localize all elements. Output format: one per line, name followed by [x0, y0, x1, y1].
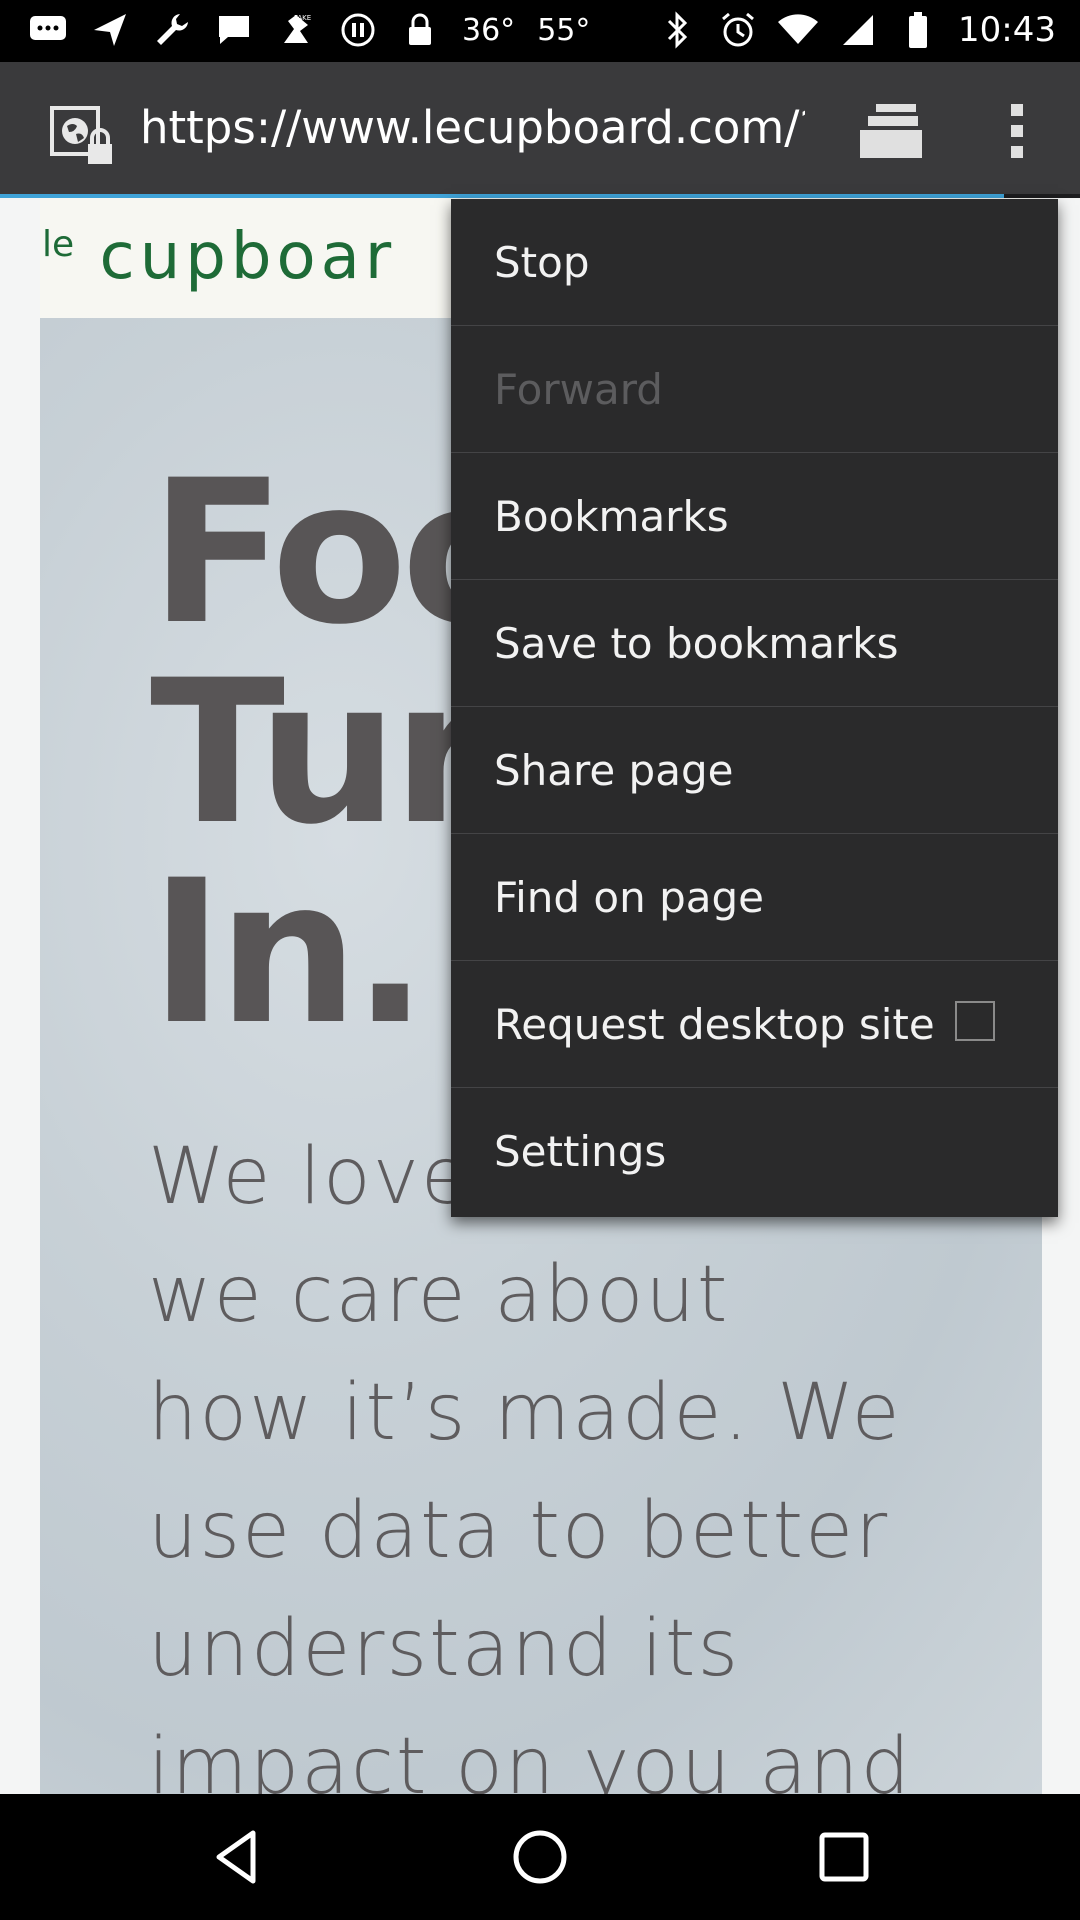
body-line: how it’s made. We [148, 1368, 902, 1458]
tabs-icon[interactable] [858, 102, 924, 160]
pause-circle-icon [338, 10, 378, 50]
menu-item-share-page[interactable]: Share page [451, 707, 1058, 834]
menu-item-label: Bookmarks [494, 491, 729, 541]
menu-item-label: Settings [494, 1127, 667, 1176]
body-line: impact on you and [148, 1722, 913, 1794]
temperature-2: 55° [537, 12, 591, 48]
menu-item-request-desktop-site[interactable]: Request desktop site [451, 961, 1058, 1088]
wrench-icon [152, 10, 192, 50]
signal-icon [838, 10, 878, 50]
menu-item-label: Share page [494, 745, 734, 795]
menu-item-label: Stop [494, 237, 590, 287]
menu-item-bookmarks[interactable]: Bookmarks [451, 453, 1058, 580]
overflow-menu: Stop Forward Bookmarks Save to bookmarks… [451, 199, 1058, 1217]
body-line: we care about [148, 1250, 730, 1340]
temperature-1: 36° [462, 12, 516, 48]
menu-item-label: Save to bookmarks [494, 618, 899, 668]
alarm-icon [718, 10, 758, 50]
site-security-icon[interactable] [48, 104, 120, 168]
logo-prefix: le [42, 224, 75, 265]
svg-text:FAKE: FAKE [294, 14, 311, 22]
logo-word: cupboar [99, 220, 397, 294]
clock: 10:43 [958, 10, 1056, 50]
home-icon[interactable] [510, 1827, 570, 1887]
recents-icon[interactable] [814, 1827, 874, 1887]
menu-item-label: Request desktop site [494, 999, 935, 1049]
menu-item-save-to-bookmarks[interactable]: Save to bookmarks [451, 580, 1058, 707]
send-icon [90, 10, 130, 50]
menu-item-label: Forward [494, 364, 663, 414]
menu-item-find-on-page[interactable]: Find on page [451, 834, 1058, 961]
status-bar: FAKE 36° 55° 10:43 [0, 0, 1080, 62]
back-icon[interactable] [207, 1827, 267, 1887]
body-copy: We love we care about how it’s made. We … [148, 1118, 1028, 1794]
fake-gps-icon: FAKE [276, 10, 316, 50]
url-field[interactable]: https://www.lecupboard.com/?g [140, 98, 805, 158]
navigation-bar [0, 1794, 1080, 1920]
menu-item-settings[interactable]: Settings [451, 1088, 1058, 1215]
menu-item-forward: Forward [451, 326, 1058, 453]
site-logo[interactable]: le cupboar [42, 220, 396, 294]
menu-item-label: Find on page [494, 872, 764, 922]
body-line: understand its [148, 1604, 741, 1694]
desktop-site-checkbox[interactable] [955, 1001, 995, 1041]
menu-item-stop[interactable]: Stop [451, 199, 1058, 326]
wifi-icon [778, 10, 819, 50]
battery-icon [898, 10, 938, 50]
browser-toolbar: https://www.lecupboard.com/?g [0, 62, 1080, 198]
body-line: use data to better [148, 1486, 890, 1576]
chat-icon [214, 10, 254, 50]
messages-icon [28, 10, 68, 50]
overflow-menu-icon[interactable] [1000, 100, 1034, 162]
bluetooth-icon [658, 10, 698, 50]
lock-icon [400, 10, 440, 50]
